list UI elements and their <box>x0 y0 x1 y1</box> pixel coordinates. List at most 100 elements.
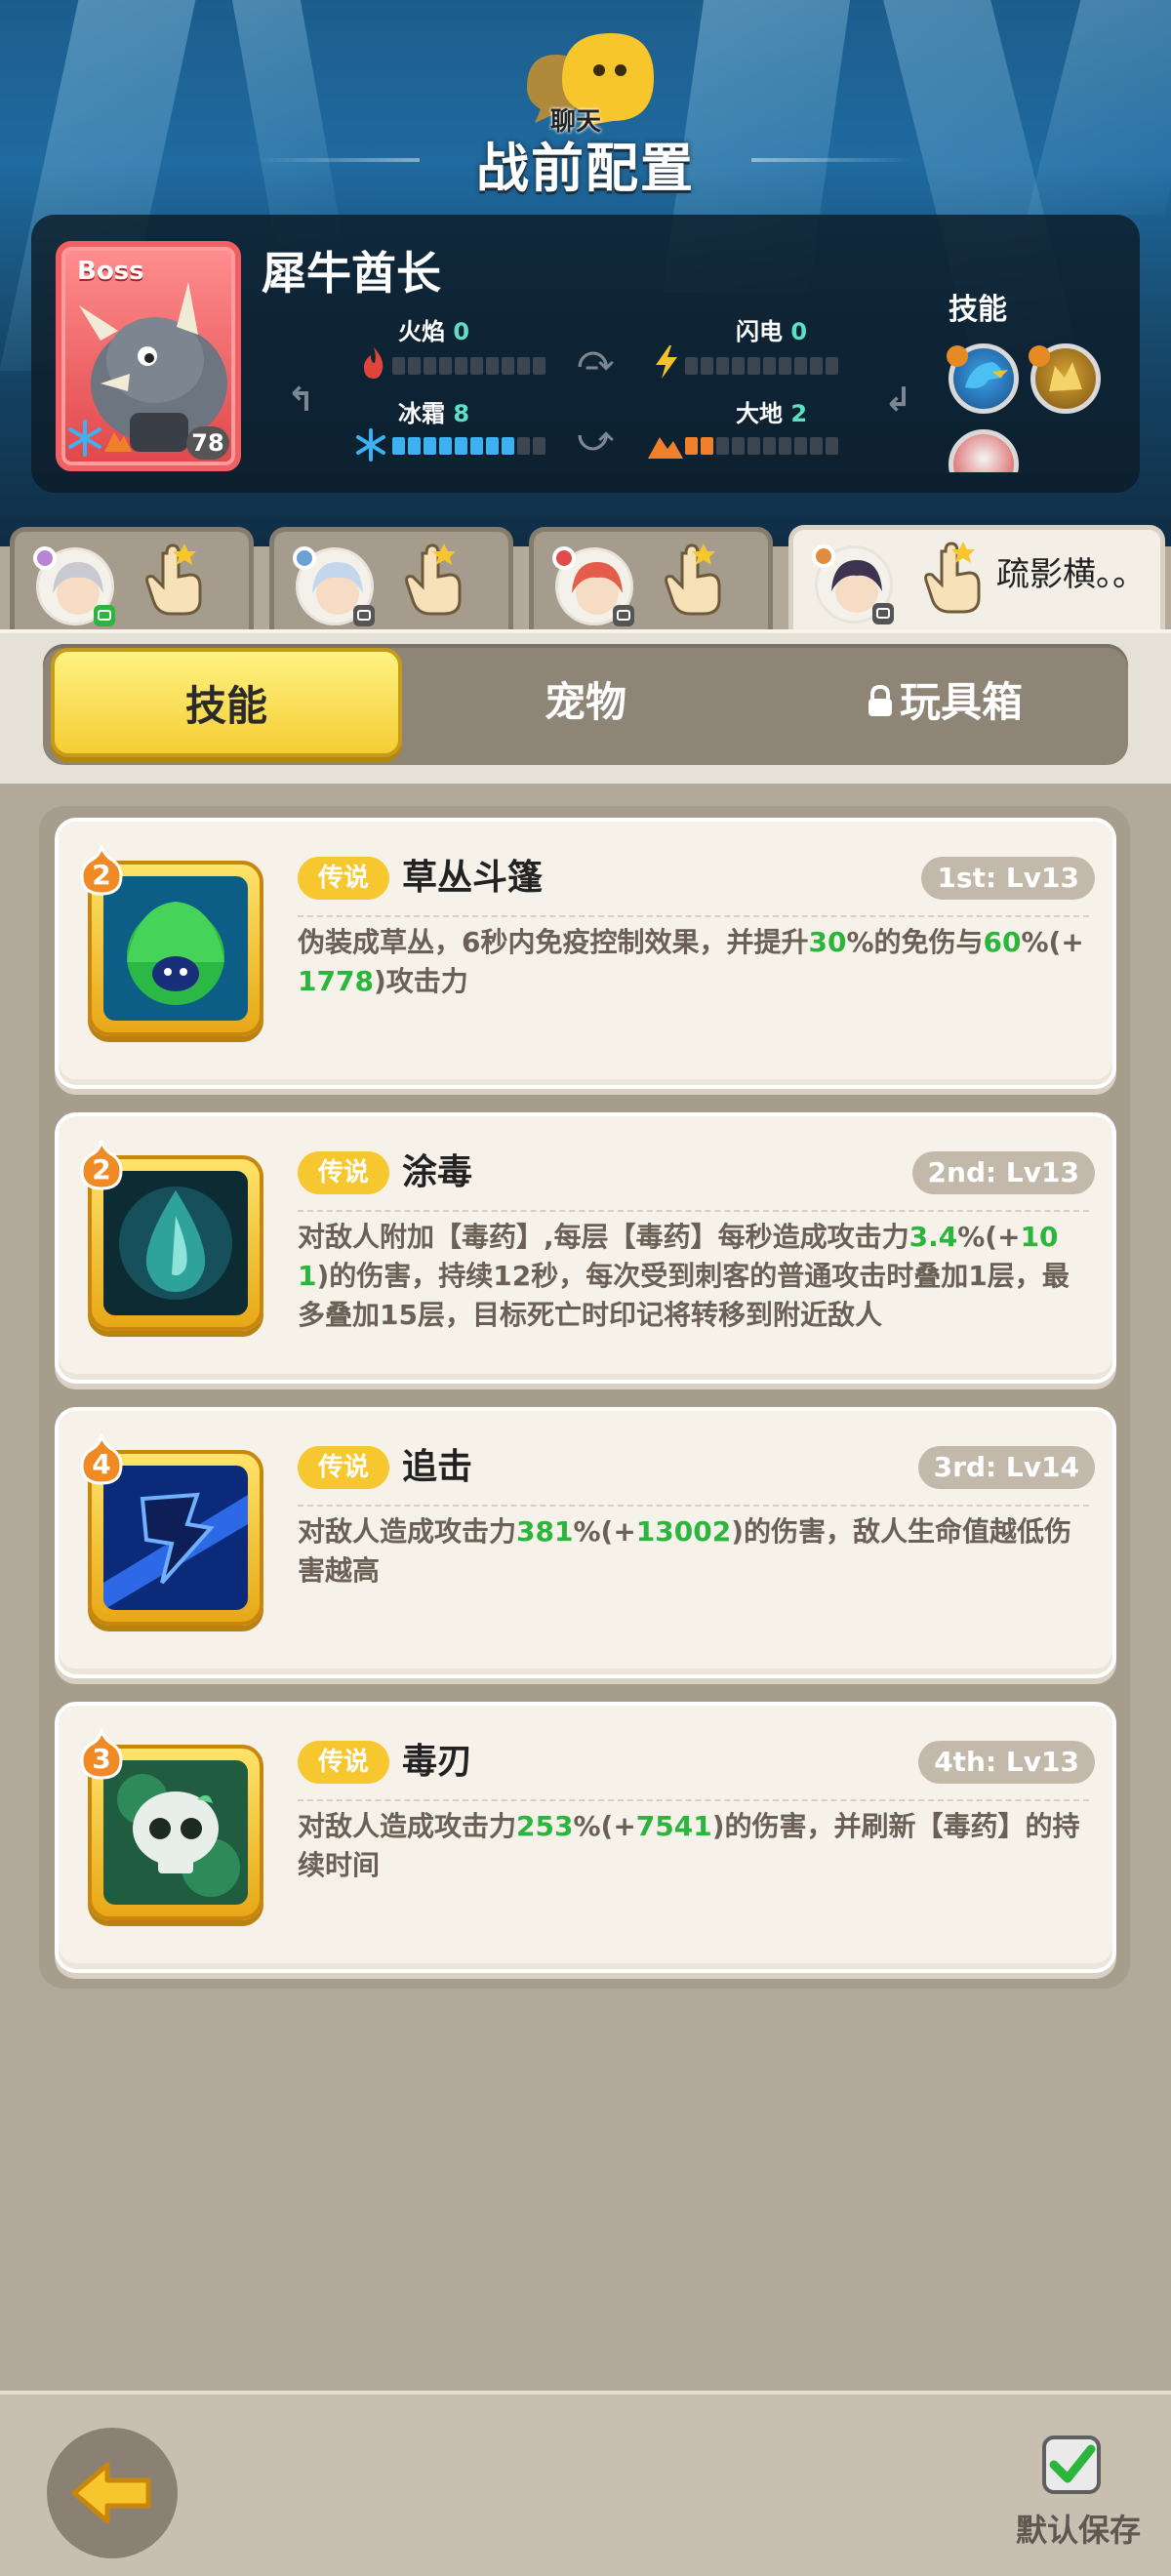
card-divider <box>298 1505 1089 1507</box>
skill-desc-part: 对敌人附加【毒药】,每层【毒药】每秒造成攻击力 <box>298 1221 909 1253</box>
tab-pets-label: 宠物 <box>544 678 626 726</box>
bar-segment <box>502 357 514 375</box>
bar-segment <box>439 437 452 455</box>
orb-number-badge <box>1029 345 1050 367</box>
skill-rank-badge: 2 <box>80 842 123 896</box>
skill-rarity-badge: 传说 <box>298 1151 389 1194</box>
tap-hand-icon <box>405 543 462 616</box>
hero-tab-2[interactable] <box>269 527 513 634</box>
tap-hand-icon <box>145 543 202 616</box>
back-arrow-icon <box>71 2462 151 2524</box>
bar-segment <box>455 357 467 375</box>
default-save-checkbox[interactable] <box>1042 2435 1101 2494</box>
ice-progress-bar <box>392 437 545 455</box>
element-earth-label: 大地 2 <box>736 400 808 427</box>
skill-desc-part: 13002 <box>635 1515 732 1548</box>
bar-segment <box>486 437 499 455</box>
bar-segment <box>747 357 760 375</box>
tab-toybox[interactable]: 玩具箱 <box>769 648 1120 757</box>
bar-segment <box>732 357 745 375</box>
bar-segment <box>455 437 467 455</box>
orb-number-badge <box>947 345 968 367</box>
skill-rarity-badge: 传说 <box>298 1741 389 1784</box>
bush-cloak-icon <box>103 876 248 1021</box>
fire-progress-bar <box>392 357 545 375</box>
bar-segment <box>533 437 545 455</box>
tab-skills-label: 技能 <box>184 682 267 730</box>
bar-segment <box>716 357 729 375</box>
default-save-label: 默认保存 <box>1015 2512 1141 2549</box>
card-divider <box>298 1799 1089 1801</box>
skill-desc-part: 对敌人造成攻击力 <box>298 1515 517 1548</box>
category-tabs: 技能 宠物 玩具箱 <box>43 644 1128 765</box>
bar-segment <box>779 437 791 455</box>
bar-segment <box>763 357 776 375</box>
bar-segment <box>470 357 483 375</box>
skill-desc-part: %(+ <box>573 1810 636 1842</box>
bar-segment <box>810 357 823 375</box>
card-divider <box>298 1210 1089 1212</box>
bar-segment <box>392 357 405 375</box>
card-divider <box>298 915 1089 917</box>
skill-desc-part: 伪装成草丛，6秒内免疫控制效果，并提升 <box>298 926 809 958</box>
hero-element-icon <box>293 546 316 570</box>
skill-description: 伪装成草丛，6秒内免疫控制效果，并提升30%的免伤与60%(+ 1778)攻击力 <box>298 923 1088 1001</box>
skill-desc-part: 7541 <box>635 1810 712 1842</box>
skill-card[interactable]: 4 传说 追击 3rd: Lv14 对敌人造成攻击力381%(+13002)的伤害，敌人… <box>55 1407 1116 1678</box>
bar-segment <box>685 357 698 375</box>
skill-desc-part: )攻击力 <box>373 965 468 997</box>
hero-status-icon <box>613 605 634 626</box>
skill-desc-part: 381 <box>516 1515 574 1548</box>
bar-segment <box>424 437 436 455</box>
boss-name: 犀牛酋长 <box>262 247 441 300</box>
lightning-icon <box>656 345 677 379</box>
hero-status-icon <box>353 605 375 626</box>
bar-segment <box>517 357 530 375</box>
tab-pets[interactable]: 宠物 <box>410 648 761 757</box>
boss-portrait-card[interactable]: Boss 78 <box>56 241 241 471</box>
bar-segment <box>424 357 436 375</box>
lightning-progress-bar <box>685 357 838 375</box>
back-button[interactable] <box>47 2428 178 2558</box>
skill-slot-level: 3rd: Lv14 <box>917 1446 1095 1489</box>
lock-icon <box>868 685 892 716</box>
swap-arrow-icon: ⤻ <box>578 420 614 459</box>
hero-tab-4[interactable]: 疏影横。。 <box>788 525 1165 642</box>
poison-skull-icon <box>103 1760 248 1905</box>
element-fire-label: 火焰 0 <box>398 318 470 345</box>
skill-name: 毒刃 <box>402 1742 473 1782</box>
skill-card[interactable]: 2 传说 草丛斗篷 1st: Lv13 伪装成草丛，6秒内免疫控制效果，并提升30%的免… <box>55 818 1116 1089</box>
skill-desc-part: 60 <box>983 926 1022 958</box>
bar-segment <box>716 437 729 455</box>
hero-status-icon <box>872 603 894 624</box>
element-ice-label: 冰霜 8 <box>398 400 470 427</box>
tap-hand-icon <box>924 542 981 614</box>
skill-description: 对敌人造成攻击力253%(+7541)的伤害，并刷新【毒药】的持续时间 <box>298 1807 1088 1885</box>
hero-tab-1[interactable] <box>10 527 254 634</box>
skill-rarity-badge: 传说 <box>298 1446 389 1489</box>
checkmark-icon <box>1049 2444 1096 2483</box>
skill-slot-level: 4th: Lv13 <box>918 1741 1095 1784</box>
pursuit-strike-icon <box>103 1466 248 1610</box>
red-white-shield-icon[interactable] <box>949 429 1019 472</box>
skill-desc-part: 3.4 <box>909 1221 958 1253</box>
bar-segment <box>826 357 838 375</box>
skill-desc-part: )的伤害，持续12秒，每次受到刺客的普通攻击时叠加1层，最多叠加15层，目标死亡… <box>298 1260 1070 1331</box>
bar-segment <box>470 437 483 455</box>
boss-skills-label: 技能 <box>949 293 1007 327</box>
element-lightning-label: 闪电 0 <box>736 318 808 345</box>
fire-icon <box>363 347 384 379</box>
hero-element-icon <box>552 546 576 570</box>
skill-rank-badge: 3 <box>80 1726 123 1780</box>
skill-desc-part: 253 <box>516 1810 574 1842</box>
hero-tab-3[interactable] <box>529 527 773 634</box>
skill-slot-level: 2nd: Lv13 <box>911 1151 1095 1194</box>
skill-card[interactable]: 3 传说 毒刃 4th: Lv13 对敌人造成攻击力253%(+7541)的伤害，并刷新… <box>55 1702 1116 1973</box>
tab-skills[interactable]: 技能 <box>51 648 402 757</box>
bar-segment <box>392 437 405 455</box>
skill-name: 草丛斗篷 <box>402 858 544 898</box>
skill-card[interactable]: 2 传说 涂毒 2nd: Lv13 对敌人附加【毒药】,每层【毒药】每秒造成攻击力3.4… <box>55 1112 1116 1384</box>
bar-segment <box>747 437 760 455</box>
skill-rarity-badge: 传说 <box>298 857 389 900</box>
bar-segment <box>810 437 823 455</box>
